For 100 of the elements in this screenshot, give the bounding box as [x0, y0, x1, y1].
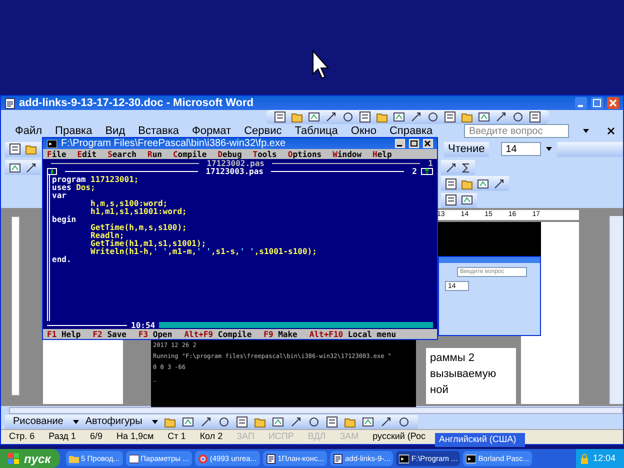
- close-box-icon[interactable]: [47, 168, 57, 174]
- code-line: program 117123001;: [52, 176, 140, 184]
- hotkey[interactable]: F1 Help: [47, 330, 81, 338]
- file-name[interactable]: 17123002.pas: [206, 158, 264, 168]
- menu-item[interactable]: Вид: [103, 125, 128, 137]
- line-icon[interactable]: [25, 162, 37, 174]
- line-icon[interactable]: [290, 416, 302, 428]
- folder-icon[interactable]: [25, 143, 37, 155]
- maximize-icon[interactable]: [409, 139, 419, 148]
- document-icon[interactable]: [266, 454, 276, 464]
- menu-item[interactable]: Таблица: [292, 125, 340, 137]
- sigma-icon[interactable]: [461, 162, 471, 172]
- picture-icon[interactable]: [182, 416, 194, 428]
- dropdown-arrow-icon[interactable]: [73, 418, 80, 424]
- reading-button[interactable]: Чтение: [444, 142, 489, 156]
- menu-item[interactable]: Вставка: [136, 125, 182, 137]
- circle-icon[interactable]: [398, 416, 410, 428]
- console-icon[interactable]: [466, 454, 476, 464]
- window-title: F:\Program Files\FreePascal\bin\i386-win32\fp.exe: [61, 138, 286, 149]
- menu-item[interactable]: Файл: [13, 125, 44, 137]
- page-icon[interactable]: [236, 416, 248, 428]
- line-icon[interactable]: [380, 416, 392, 428]
- hotkey[interactable]: F9 Make: [264, 330, 298, 338]
- picture-icon[interactable]: [393, 111, 405, 123]
- page-icon[interactable]: [359, 111, 371, 123]
- picture-icon[interactable]: [478, 111, 490, 123]
- menu-button[interactable]: Рисование: [13, 414, 68, 429]
- page-icon[interactable]: [274, 111, 286, 123]
- page-icon[interactable]: [529, 111, 541, 123]
- line-icon[interactable]: [200, 416, 212, 428]
- circle-icon[interactable]: [218, 416, 230, 428]
- file-name[interactable]: 17123003.pas: [206, 166, 264, 176]
- menu-item[interactable]: Edit: [77, 150, 97, 158]
- page-icon[interactable]: [444, 111, 456, 123]
- status-field: ЗАП: [236, 430, 254, 444]
- menu-item[interactable]: File: [47, 150, 66, 158]
- menu-item[interactable]: Search: [108, 150, 136, 158]
- start-button[interactable]: пуск: [0, 449, 60, 468]
- status-field: ИСПР: [268, 430, 294, 444]
- dropdown-arrow-icon[interactable]: [544, 145, 553, 153]
- menu-item[interactable]: Сервис: [242, 125, 284, 137]
- status-field: ВДЛ: [308, 430, 326, 444]
- picture-icon[interactable]: [362, 416, 374, 428]
- code-line: uses Dos;: [52, 184, 96, 192]
- help-field[interactable]: Введите вопрос: [464, 124, 569, 138]
- minimize-icon[interactable]: [395, 139, 405, 148]
- menu-item[interactable]: Window: [332, 150, 362, 158]
- menu-item[interactable]: Options: [288, 150, 322, 158]
- globe-icon[interactable]: [198, 454, 208, 464]
- hotkey[interactable]: F3 Open: [138, 330, 172, 338]
- circle-icon[interactable]: [308, 416, 320, 428]
- page-icon[interactable]: [9, 143, 21, 155]
- menu-item[interactable]: Run: [147, 150, 162, 158]
- code-line: h,m,s,s100:word;: [90, 200, 168, 208]
- cursor-position: 10:54: [131, 320, 156, 330]
- document-icon[interactable]: [5, 98, 15, 108]
- menu-item[interactable]: Формат: [190, 125, 234, 137]
- circle-icon[interactable]: [427, 111, 439, 123]
- picture-icon[interactable]: [308, 111, 320, 123]
- code-line: var: [52, 192, 68, 200]
- menu-item[interactable]: Окно: [348, 125, 378, 137]
- menu-item[interactable]: Compile: [172, 150, 207, 158]
- windows-flag-icon[interactable]: [8, 452, 20, 464]
- code-line: Readln;: [90, 232, 124, 240]
- window-icon[interactable]: [128, 454, 139, 464]
- page-icon[interactable]: [326, 416, 338, 428]
- hotkey[interactable]: Alt+F10 Local menu: [309, 330, 396, 338]
- dropdown-arrow-icon[interactable]: [152, 418, 158, 424]
- folder-icon[interactable]: [461, 178, 473, 190]
- language-indicator[interactable]: Английский (США): [435, 433, 525, 447]
- mouse-pointer-icon: [312, 50, 332, 80]
- dropdown-arrow-icon[interactable]: [582, 127, 590, 135]
- menu-button[interactable]: Автофигуры: [85, 414, 146, 429]
- page-icon[interactable]: [445, 178, 457, 190]
- console-icon[interactable]: [399, 454, 410, 464]
- menu-item[interactable]: Tools: [252, 150, 277, 158]
- menu-item[interactable]: Правка: [53, 125, 94, 137]
- picture-icon[interactable]: [272, 416, 284, 428]
- close-icon[interactable]: [607, 127, 615, 135]
- document-icon[interactable]: [333, 454, 343, 464]
- hotkey[interactable]: F2 Save: [92, 330, 126, 338]
- console-icon[interactable]: [47, 140, 57, 148]
- line-icon[interactable]: [495, 111, 507, 123]
- line-icon[interactable]: [493, 178, 505, 190]
- line-icon[interactable]: [325, 111, 337, 123]
- circle-icon[interactable]: [342, 111, 354, 123]
- hotkey[interactable]: Alt+F9 Compile: [184, 330, 252, 338]
- picture-icon[interactable]: [9, 162, 21, 174]
- menu-item[interactable]: Справка: [387, 125, 435, 137]
- status-field: Кол 2: [200, 430, 223, 444]
- line-icon[interactable]: [445, 162, 457, 174]
- menu-item[interactable]: Help: [372, 150, 392, 158]
- menu-item[interactable]: Debug: [218, 150, 242, 158]
- page-icon[interactable]: [445, 194, 457, 206]
- circle-icon[interactable]: [512, 111, 524, 123]
- picture-icon[interactable]: [477, 178, 489, 190]
- picture-icon[interactable]: [461, 194, 473, 206]
- line-icon[interactable]: [410, 111, 422, 123]
- font-size-field[interactable]: 14: [500, 142, 541, 156]
- status-field: 6/9: [90, 430, 102, 444]
